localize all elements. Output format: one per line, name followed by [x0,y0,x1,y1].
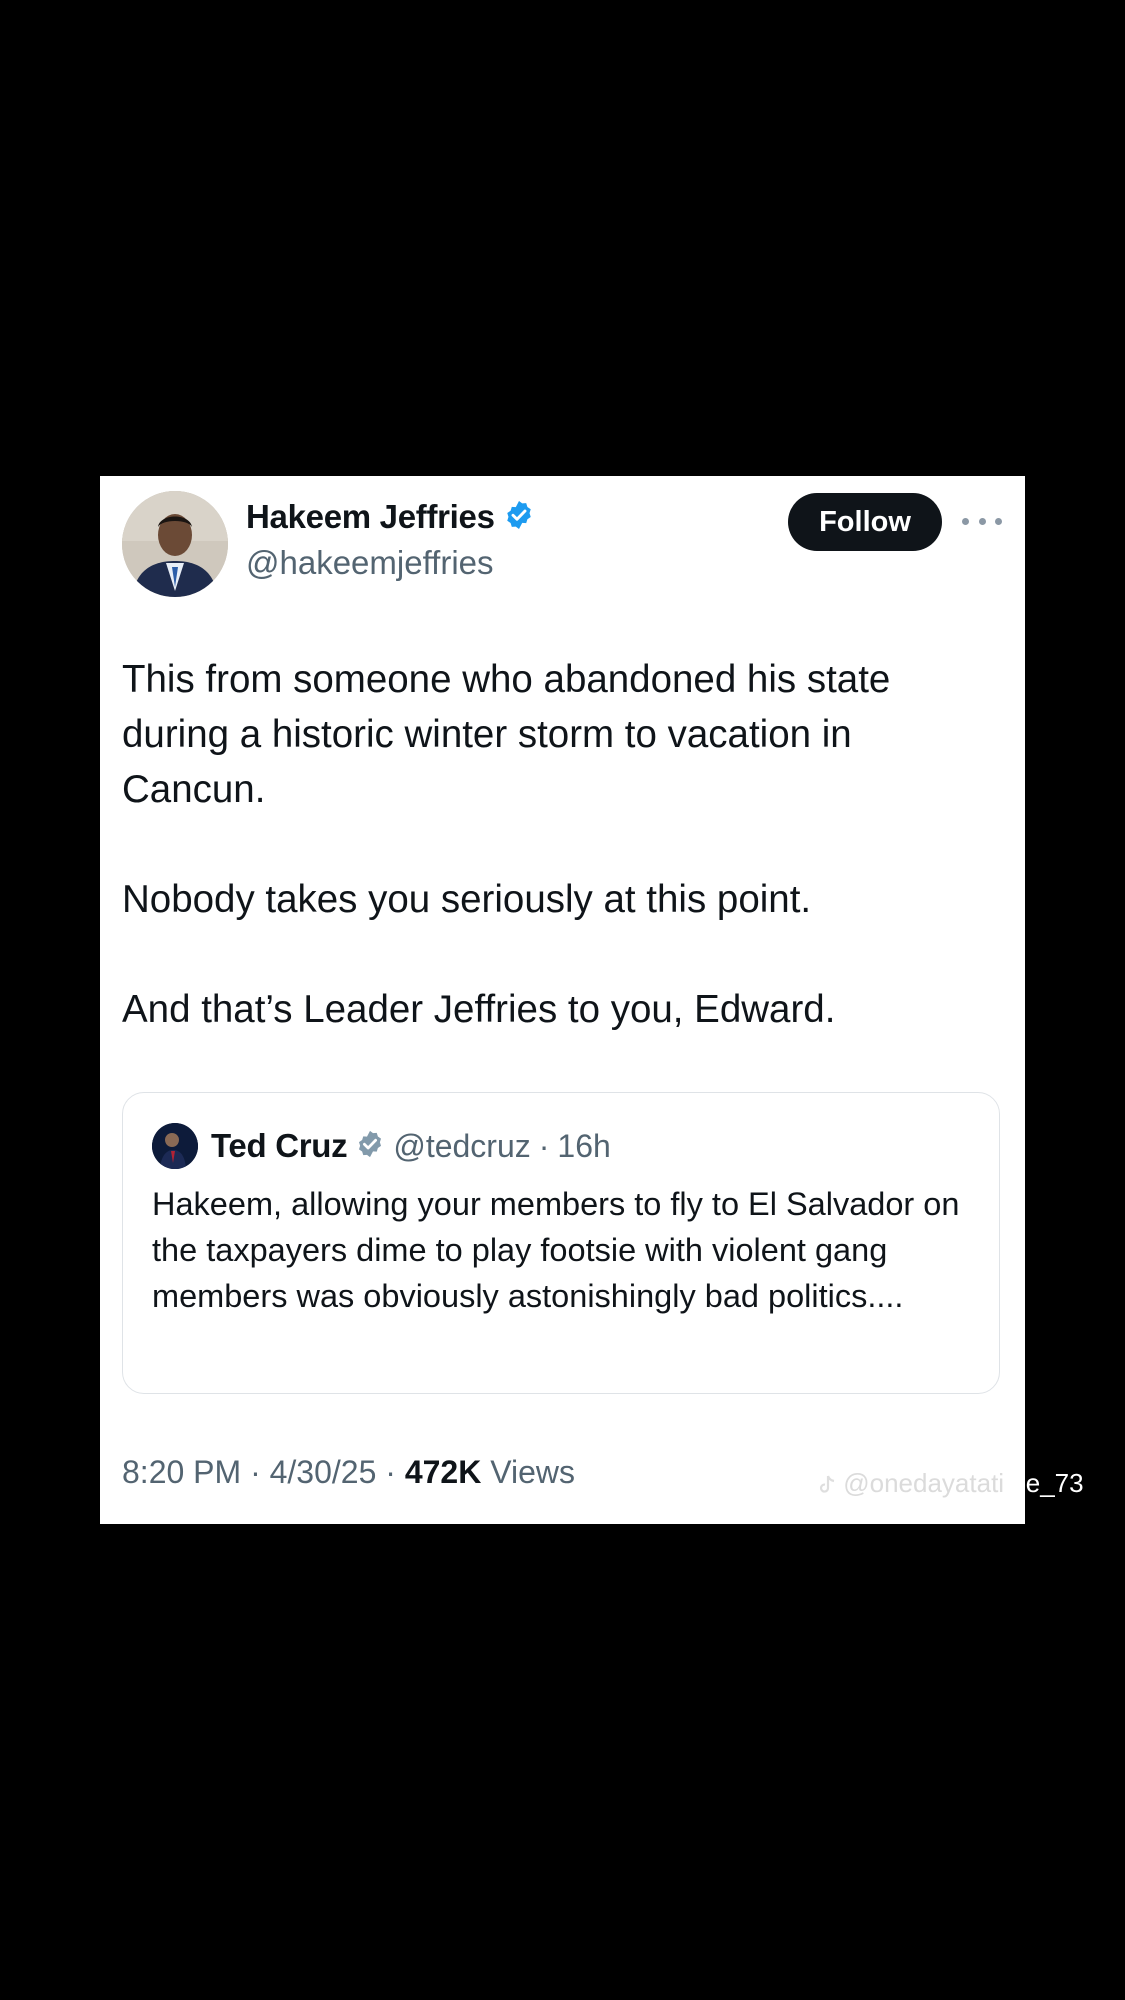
tweet-card: Hakeem Jeffries @hakeemjeffries Follow T… [100,476,1025,1524]
author-avatar[interactable] [122,491,228,597]
tweet-time[interactable]: 8:20 PM [122,1454,241,1490]
more-options-icon[interactable] [962,506,1002,536]
watermark: @onedayatatime_73 [818,1468,1084,1499]
tweet-text: This from someone who abandoned his stat… [122,652,1002,1037]
quoted-separator: · [538,1127,550,1164]
quoted-text: Hakeem, allowing your members to fly to … [152,1186,960,1314]
views-count: 472K [404,1454,482,1490]
author-display-name[interactable]: Hakeem Jeffries [246,498,495,536]
quoted-author-avatar[interactable] [152,1123,198,1169]
tiktok-icon [818,1468,843,1498]
author-handle[interactable]: @hakeemjeffries [246,544,494,582]
views-label: Views [490,1454,575,1490]
quoted-display-name[interactable]: Ted Cruz [211,1127,348,1165]
quoted-timestamp[interactable]: 16h [557,1128,610,1165]
tweet-paragraph: This from someone who abandoned his stat… [122,658,891,811]
watermark-text-tail: me_73 [1004,1468,1084,1498]
verified-badge-icon [355,1129,385,1164]
quoted-header: Ted Cruz @tedcruz · 16h [211,1123,611,1169]
verified-badge-icon [503,499,535,536]
tweet-meta: 8:20 PM · 4/30/25 · 472K Views [122,1454,575,1491]
meta-separator: · [385,1454,396,1490]
tweet-date[interactable]: 4/30/25 [270,1454,377,1490]
quoted-handle[interactable]: @tedcruz [393,1128,530,1165]
tweet-paragraph: And that’s Leader Jeffries to you, Edwar… [122,988,836,1031]
tweet-paragraph: Nobody takes you seriously at this point… [122,878,812,921]
author-name-row: Hakeem Jeffries [246,498,535,536]
quoted-tweet[interactable]: Ted Cruz @tedcruz · 16h Hakeem, allowing… [122,1092,1000,1394]
watermark-text-faded: @onedayatati [843,1468,1005,1498]
follow-button[interactable]: Follow [788,493,942,551]
meta-separator: · [250,1454,261,1490]
